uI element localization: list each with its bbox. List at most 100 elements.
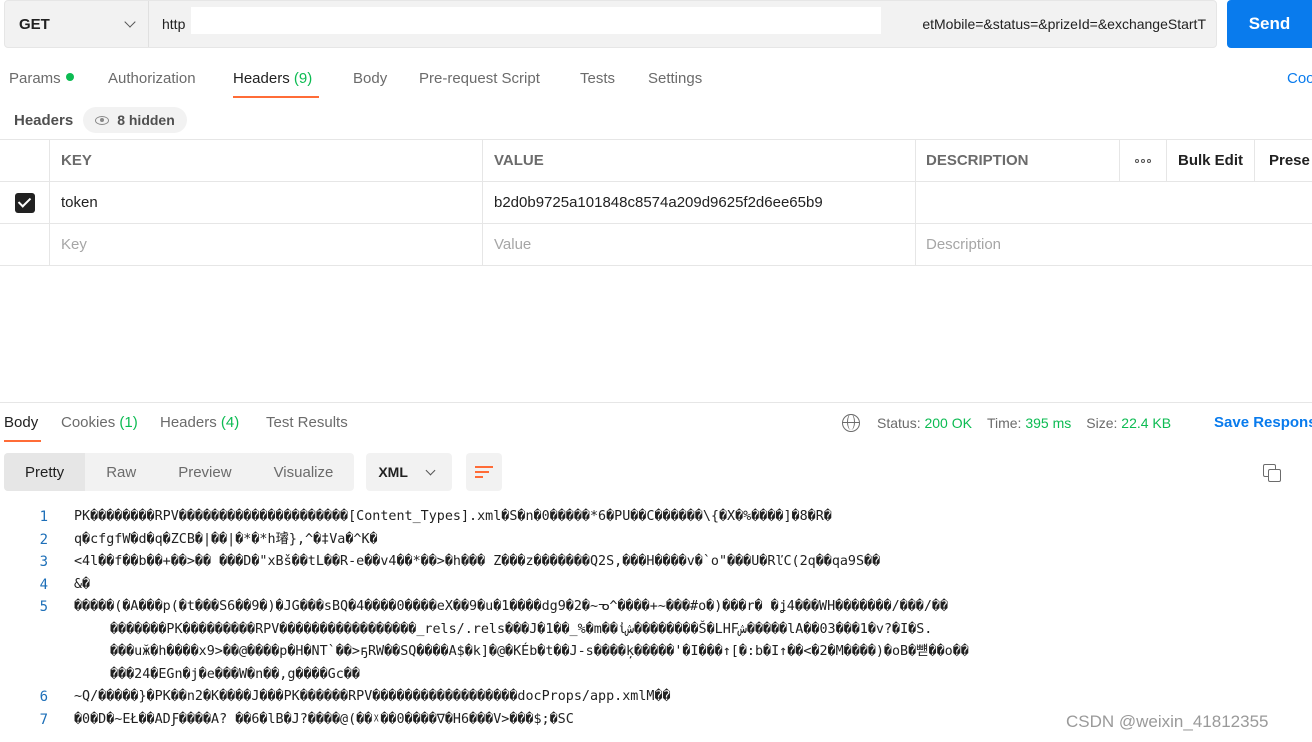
tab-body[interactable]: Body: [353, 70, 387, 87]
tab-settings-label: Settings: [648, 70, 703, 87]
code-line-wrapped: ���24�EGn�j�e���W�n��,g����Gc��: [0, 664, 1312, 687]
code-line-wrapped: ���uӂ�h����x9>��@����p�H�NT`��>ҕRW��SQ��…: [0, 641, 1312, 664]
response-divider: [0, 402, 1312, 403]
presets-button[interactable]: Prese: [1255, 140, 1312, 181]
tab-headers-count: (9): [293, 70, 313, 87]
resp-tab-headers[interactable]: Headers (4): [160, 414, 239, 431]
url-input[interactable]: http etMobile=&status=&prizeId=&exchange…: [149, 1, 1216, 47]
format-value: XML: [378, 464, 408, 480]
response-view-bar: Pretty Raw Preview Visualize XML: [4, 453, 503, 491]
headers-section-title: Headers: [14, 111, 74, 129]
active-tab-underline: [233, 96, 319, 98]
resp-tab-body-label: Body: [4, 414, 39, 431]
hidden-headers-toggle[interactable]: 8 hidden: [83, 107, 187, 133]
size-value: 22.4 KB: [1121, 415, 1172, 431]
key-input[interactable]: Key: [50, 224, 483, 265]
line-text: <4l��f��b��+��>�� ���D�"xBš��tL��R-e��v4…: [74, 554, 881, 569]
table-row: token b2d0b9725a101848c8574a209d9625f2d6…: [0, 182, 1312, 224]
row-value[interactable]: b2d0b9725a101848c8574a209d9625f2d6ee65b9: [483, 182, 916, 223]
tab-settings[interactable]: Settings: [648, 70, 702, 87]
resp-tab-body[interactable]: Body: [4, 414, 38, 431]
resp-tab-cookies-label: Cookies: [61, 414, 116, 431]
line-number: 1: [39, 509, 48, 525]
tab-headers-label: Headers: [233, 70, 290, 87]
copy-icon[interactable]: [1263, 464, 1281, 482]
resp-tab-test-results[interactable]: Test Results: [266, 414, 348, 431]
code-line: 4 &�: [0, 574, 1312, 597]
request-tabs: Params Authorization Headers (9) Body Pr…: [0, 62, 1312, 98]
row-key[interactable]: token: [50, 182, 483, 223]
resp-tab-cookies-count: (1): [119, 414, 138, 431]
code-line: 6 ~Q/�����}�PK��n2�K����J���PK������RPV��…: [0, 686, 1312, 709]
column-description: DESCRIPTION: [916, 140, 1120, 181]
resp-tab-headers-count: (4): [220, 414, 240, 431]
line-text: &�: [74, 576, 91, 592]
table-row-empty: Key Value Description: [0, 224, 1312, 266]
line-text: PK��������RPV���������������������[Conte…: [74, 509, 832, 524]
tab-pre-request-label: Pre-request Script: [419, 70, 540, 87]
line-number: 5: [39, 599, 48, 615]
tab-authorization-label: Authorization: [108, 70, 196, 87]
response-status: Status: 200 OK Time: 395 ms Size: 22.4 K…: [842, 414, 1171, 432]
description-input[interactable]: Description: [916, 224, 1312, 265]
url-end: etMobile=&status=&prizeId=&exchangeStart…: [922, 16, 1206, 32]
globe-icon[interactable]: [842, 414, 860, 432]
tab-tests[interactable]: Tests: [580, 70, 615, 87]
view-pretty[interactable]: Pretty: [4, 453, 86, 491]
tab-headers[interactable]: Headers (9): [233, 70, 312, 87]
chevron-down-icon: [124, 16, 136, 28]
line-number: 6: [39, 689, 48, 705]
value-input[interactable]: Value: [483, 224, 916, 265]
request-bar: GET http etMobile=&status=&prizeId=&exch…: [4, 0, 1217, 48]
tab-tests-label: Tests: [580, 70, 616, 87]
watermark: CSDN @weixin_41812355: [1066, 712, 1269, 731]
tab-params[interactable]: Params: [9, 70, 74, 87]
line-number: 2: [39, 531, 48, 548]
view-mode-selector: Pretty Raw Preview Visualize: [4, 453, 355, 491]
format-select[interactable]: XML: [366, 453, 453, 491]
line-text: �����(�A���p(�t���S6��9�)�JG���sBQ�4����…: [74, 599, 949, 614]
response-body-code: 1 PK��������RPV���������������������[Cont…: [0, 506, 1312, 742]
more-options-button[interactable]: [1120, 140, 1167, 181]
view-preview[interactable]: Preview: [157, 453, 252, 491]
resp-tab-test-results-label: Test Results: [266, 414, 348, 431]
eye-icon: [95, 115, 110, 125]
code-line: 5 �����(�A���p(�t���S6��9�)�JG���sBQ�4���…: [0, 596, 1312, 619]
wrap-icon: [475, 465, 494, 479]
code-line: 1 PK��������RPV���������������������[Cont…: [0, 506, 1312, 529]
resp-tab-cookies[interactable]: Cookies (1): [61, 414, 138, 431]
row-check-cell: [0, 182, 50, 223]
send-button[interactable]: Send: [1227, 0, 1312, 48]
bulk-edit-button[interactable]: Bulk Edit: [1167, 140, 1255, 181]
size-label: Size:: [1086, 415, 1118, 431]
row-description[interactable]: [916, 182, 1312, 223]
chevron-down-icon: [425, 465, 436, 475]
status-label: Status:: [877, 415, 921, 431]
params-indicator-dot: [65, 73, 74, 81]
more-icon: [1135, 158, 1151, 163]
view-raw[interactable]: Raw: [85, 453, 157, 491]
time-label: Time:: [986, 415, 1022, 431]
code-line: 2 q�cfgfW�d�q�ZCB�|��|�*�*h璿},^�‡Va�^K�: [0, 529, 1312, 552]
wrap-lines-button[interactable]: [466, 453, 503, 491]
row-enabled-checkbox[interactable]: [14, 192, 35, 213]
resp-tab-headers-label: Headers: [160, 414, 217, 431]
code-line: 3 <4l��f��b��+��>�� ���D�"xBš��tL��R-e��v…: [0, 551, 1312, 574]
method-select[interactable]: GET: [5, 1, 149, 47]
url-start: http: [162, 16, 186, 32]
method-value: GET: [19, 15, 50, 33]
time-value: 395 ms: [1025, 415, 1072, 431]
column-value: VALUE: [483, 140, 916, 181]
table-header-row: KEY VALUE DESCRIPTION Bulk Edit Prese: [0, 139, 1312, 182]
line-number: 7: [39, 711, 48, 728]
tab-pre-request-script[interactable]: Pre-request Script: [419, 70, 540, 87]
line-number: 4: [39, 576, 48, 593]
tab-authorization[interactable]: Authorization: [108, 70, 196, 87]
empty-check-cell: [0, 224, 50, 265]
line-text: ���24�EGn�j�e���W�n��,g����Gc��: [110, 666, 360, 682]
cookies-link[interactable]: Coo: [1287, 70, 1312, 87]
url-redaction: [191, 7, 881, 34]
view-visualize[interactable]: Visualize: [253, 453, 355, 491]
line-text: �0�D�~EŁ��ADƑ����A? ��6�lB�J?����@(��ᵡ��…: [74, 711, 574, 727]
save-response-button[interactable]: Save Respons: [1214, 414, 1312, 431]
